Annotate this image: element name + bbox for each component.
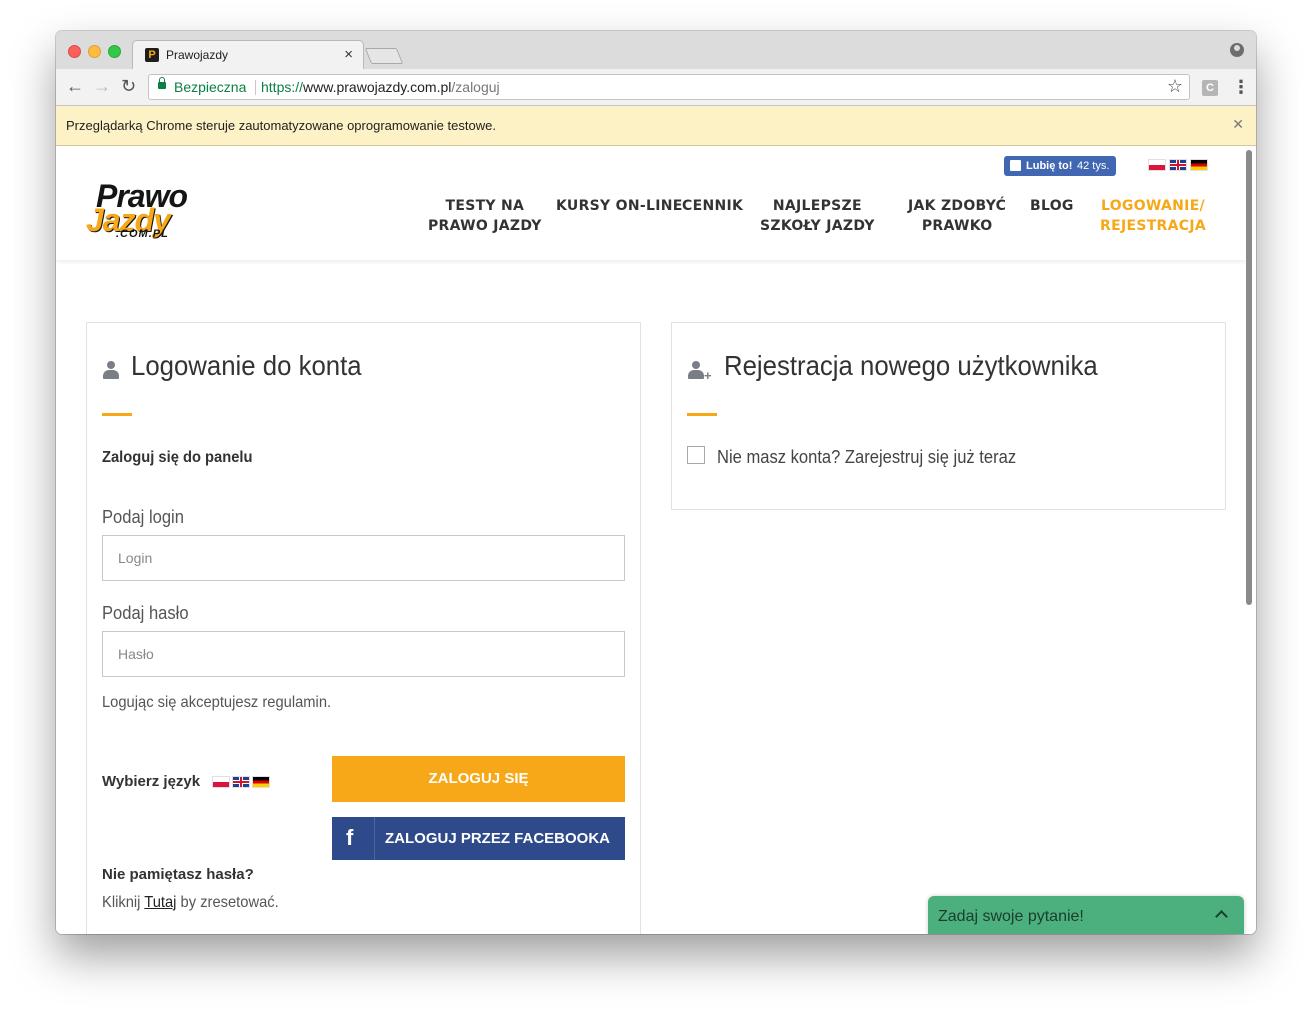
user-icon bbox=[103, 361, 119, 379]
register-checkbox-label[interactable]: Nie masz konta? Zarejestruj się już tera… bbox=[717, 447, 1016, 468]
tab-close-icon[interactable]: × bbox=[344, 46, 353, 63]
reset-password-link[interactable]: Tutaj bbox=[144, 894, 176, 911]
login-label: Podaj login bbox=[102, 507, 184, 527]
infobar-close-icon[interactable]: ✕ bbox=[1232, 116, 1244, 133]
chat-label: Zadaj swoje pytanie! bbox=[938, 908, 1084, 925]
forgot-password-text: Kliknij Tutaj by zresetować. bbox=[102, 894, 279, 912]
password-label: Podaj hasło bbox=[102, 603, 189, 623]
automation-infobar: Przeglądarką Chrome steruje zautomatyzow… bbox=[56, 106, 1256, 146]
url-host: www.prawojazdy.com.pl bbox=[303, 79, 452, 95]
password-input[interactable] bbox=[102, 631, 625, 677]
login-subtitle: Zaloguj się do panelu bbox=[102, 449, 253, 466]
back-icon[interactable]: ← bbox=[66, 76, 84, 96]
german-flag-icon[interactable] bbox=[253, 777, 270, 788]
register-panel: + Rejestracja nowego użytkownika Nie mas… bbox=[671, 322, 1226, 510]
german-flag-icon[interactable] bbox=[1191, 159, 1207, 170]
site-header: Lubię to! 42 tys. Prawo Jazdy .COM.PL TE… bbox=[56, 146, 1246, 260]
register-title: Rejestracja nowego użytkownika bbox=[724, 350, 1098, 381]
page-scrollbar[interactable] bbox=[1246, 150, 1252, 605]
language-label: Wybierz język bbox=[102, 773, 201, 790]
login-title: Logowanie do konta bbox=[131, 350, 362, 381]
tab-title: Prawojazdy bbox=[166, 48, 229, 62]
minimize-window-button[interactable] bbox=[88, 45, 101, 58]
add-user-icon: + bbox=[688, 361, 712, 382]
site-favicon-icon: P bbox=[145, 48, 159, 62]
browser-tab[interactable]: P Prawojazdy × bbox=[132, 40, 364, 69]
lock-icon bbox=[158, 77, 166, 89]
url-scheme: https:// bbox=[261, 79, 304, 95]
nav-szkoly[interactable]: NAJLEPSZE SZKOŁY JAZDY bbox=[760, 196, 875, 236]
browser-menu-icon[interactable]: ⋮ bbox=[1232, 75, 1250, 99]
login-button[interactable]: ZALOGUJ SIĘ bbox=[332, 756, 625, 802]
register-checkbox[interactable] bbox=[687, 446, 705, 464]
facebook-login-button[interactable]: f ZALOGUJ PRZEZ FACEBOOKA bbox=[332, 817, 625, 860]
facebook-icon-box: f bbox=[332, 817, 375, 860]
nav-kursy[interactable]: KURSY ON-LINE bbox=[556, 196, 683, 216]
maximize-window-button[interactable] bbox=[108, 45, 121, 58]
polish-flag-icon[interactable] bbox=[1149, 159, 1165, 170]
forward-icon[interactable]: → bbox=[93, 76, 111, 96]
accent-divider bbox=[102, 413, 132, 416]
tab-bar: P Prawojazdy × bbox=[56, 31, 1256, 69]
chevron-up-icon[interactable] bbox=[1215, 910, 1228, 923]
like-label: Lubię to! bbox=[1026, 160, 1073, 172]
forgot-password-title: Nie pamiętasz hasła? bbox=[102, 866, 254, 883]
like-count: 42 tys. bbox=[1077, 160, 1110, 172]
facebook-login-label: ZALOGUJ PRZEZ FACEBOOKA bbox=[385, 830, 611, 847]
accent-divider bbox=[687, 413, 717, 416]
new-tab-button[interactable] bbox=[364, 48, 404, 64]
english-flag-icon[interactable] bbox=[233, 777, 250, 788]
english-flag-icon[interactable] bbox=[1170, 159, 1186, 170]
reload-icon[interactable]: ↻ bbox=[121, 76, 136, 96]
url-text: https://www.prawojazdy.com.pl/zaloguj bbox=[261, 79, 500, 95]
language-selector: Wybierz język bbox=[102, 773, 270, 790]
logo-domain-text: .COM.PL bbox=[116, 228, 169, 240]
nav-blog[interactable]: BLOG bbox=[1030, 196, 1074, 216]
nav-cennik[interactable]: CENNIK bbox=[682, 196, 743, 216]
nav-testy[interactable]: TESTY NA PRAWO JAZDY bbox=[428, 196, 542, 236]
polish-flag-icon[interactable] bbox=[213, 777, 230, 788]
close-window-button[interactable] bbox=[68, 45, 81, 58]
infobar-text: Przeglądarką Chrome steruje zautomatyzow… bbox=[66, 118, 496, 133]
nav-jak-zdobyc[interactable]: JAK ZDOBYĆ PRAWKO bbox=[908, 196, 1006, 236]
omnibox-divider bbox=[255, 80, 256, 95]
nav-logowanie[interactable]: LOGOWANIE/ REJESTRACJA bbox=[1100, 196, 1206, 236]
address-bar: ← → ↻ Bezpieczna https://www.prawojazdy.… bbox=[56, 69, 1256, 106]
thumbs-up-icon bbox=[1010, 160, 1021, 171]
extension-icon[interactable]: C bbox=[1202, 80, 1218, 96]
secure-label: Bezpieczna bbox=[174, 79, 247, 95]
login-input[interactable] bbox=[102, 535, 625, 581]
forgot-suffix: by zresetować. bbox=[176, 894, 279, 911]
terms-text: Logując się akceptujesz regulamin. bbox=[102, 694, 332, 711]
profile-icon[interactable] bbox=[1230, 43, 1244, 57]
facebook-like-button[interactable]: Lubię to! 42 tys. bbox=[1004, 156, 1116, 176]
bookmark-star-icon[interactable]: ☆ bbox=[1167, 76, 1183, 97]
login-panel: Logowanie do konta Zaloguj się do panelu… bbox=[86, 322, 641, 934]
header-language-flags bbox=[1144, 156, 1207, 174]
chat-widget[interactable]: Zadaj swoje pytanie! bbox=[928, 896, 1244, 934]
url-omnibox[interactable]: Bezpieczna https://www.prawojazdy.com.pl… bbox=[148, 74, 1190, 100]
site-logo[interactable]: Prawo Jazdy .COM.PL bbox=[86, 180, 236, 242]
url-path: /zaloguj bbox=[451, 79, 500, 95]
browser-window: P Prawojazdy × ← → ↻ Bezpieczna https://… bbox=[56, 31, 1256, 934]
page-content: Lubię to! 42 tys. Prawo Jazdy .COM.PL TE… bbox=[56, 146, 1256, 934]
facebook-icon: f bbox=[346, 825, 354, 850]
forgot-prefix: Kliknij bbox=[102, 894, 145, 911]
